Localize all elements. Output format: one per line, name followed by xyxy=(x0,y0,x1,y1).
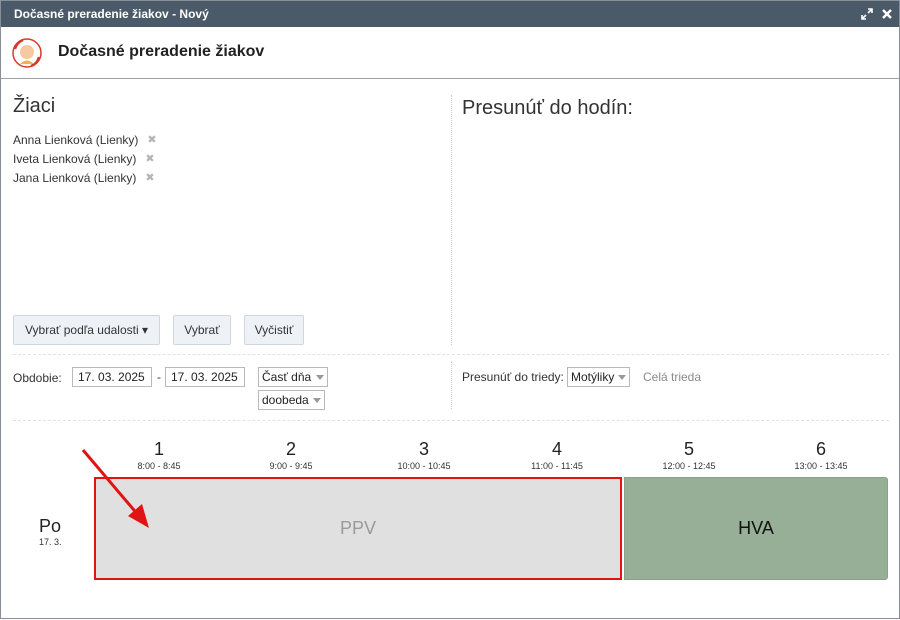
period-number: 1 xyxy=(153,439,164,459)
divider xyxy=(13,354,889,355)
period-time: 13:00 - 13:45 xyxy=(794,461,848,471)
period-header: 2 9:00 - 9:45 xyxy=(231,438,351,471)
close-icon[interactable] xyxy=(881,8,893,20)
student-name: Jana Lienková (Lienky) xyxy=(13,171,137,185)
whole-class-link[interactable]: Celá trieda xyxy=(643,370,701,384)
column-divider xyxy=(451,95,452,345)
remove-icon[interactable]: ✖ xyxy=(147,133,156,148)
period-time: 9:00 - 9:45 xyxy=(269,461,313,471)
day-part-value: Časť dňa xyxy=(262,370,312,384)
day-label: Po 17. 3. xyxy=(39,516,69,547)
day-date: 17. 3. xyxy=(39,537,62,547)
student-avatar-icon xyxy=(12,38,42,68)
period-header: 4 11:00 - 11:45 xyxy=(497,438,617,471)
day-half-value: doobeda xyxy=(262,393,309,407)
period-number: 5 xyxy=(683,439,694,459)
period-header: 5 12:00 - 12:45 xyxy=(629,438,749,471)
dialog-window: Dočasné preradenie žiakov - Nový Dočasné… xyxy=(0,0,900,619)
maximize-icon[interactable] xyxy=(861,8,873,20)
move-to-lessons-heading: Presunúť do hodín: xyxy=(462,97,633,119)
period-time: 11:00 - 11:45 xyxy=(531,461,583,471)
day-part-select[interactable]: Časť dňa xyxy=(258,367,328,387)
period-number: 4 xyxy=(551,439,562,459)
period-time: 8:00 - 8:45 xyxy=(137,461,181,471)
period-label: Obdobie: xyxy=(13,371,62,385)
title-bar: Dočasné preradenie žiakov - Nový xyxy=(1,1,899,27)
chevron-down-icon xyxy=(313,398,321,403)
period-header: 6 13:00 - 13:45 xyxy=(761,438,881,471)
lesson-block-ppv[interactable]: PPV xyxy=(94,477,622,580)
class-value: Motýliky xyxy=(571,370,615,384)
chevron-down-icon xyxy=(618,375,626,380)
column-divider xyxy=(451,361,452,409)
day-name: Po xyxy=(39,516,62,536)
page-title: Dočasné preradenie žiakov xyxy=(58,43,265,60)
remove-icon[interactable]: ✖ xyxy=(145,171,154,186)
list-item: Iveta Lienková (Lienky) ✖ xyxy=(13,150,157,169)
student-name: Anna Lienková (Lienky) xyxy=(13,133,139,147)
list-item: Jana Lienková (Lienky) ✖ xyxy=(13,169,157,188)
class-select[interactable]: Motýliky xyxy=(567,367,630,387)
select-button[interactable]: Vybrať xyxy=(173,315,231,345)
window-title: Dočasné preradenie žiakov - Nový xyxy=(14,7,209,21)
day-half-select[interactable]: doobeda xyxy=(258,390,325,410)
lesson-block-hva[interactable]: HVA xyxy=(624,477,888,580)
move-to-class-label: Presunúť do triedy: xyxy=(462,370,564,384)
period-number: 2 xyxy=(285,439,296,459)
students-list: Anna Lienková (Lienky) ✖ Iveta Lienková … xyxy=(13,131,157,188)
period-header: 3 10:00 - 10:45 xyxy=(364,438,484,471)
select-by-event-button[interactable]: Vybrať podľa udalosti ▾ xyxy=(13,315,160,345)
period-number: 3 xyxy=(418,439,429,459)
date-from-input[interactable]: 17. 03. 2025 xyxy=(72,367,152,387)
dialog-header: Dočasné preradenie žiakov xyxy=(1,27,899,79)
list-item: Anna Lienková (Lienky) ✖ xyxy=(13,131,157,150)
divider xyxy=(13,420,889,421)
period-time: 12:00 - 12:45 xyxy=(662,461,716,471)
date-to-input[interactable]: 17. 03. 2025 xyxy=(165,367,245,387)
student-name: Iveta Lienková (Lienky) xyxy=(13,152,137,166)
chevron-down-icon xyxy=(316,375,324,380)
period-time: 10:00 - 10:45 xyxy=(397,461,451,471)
students-heading: Žiaci xyxy=(13,95,56,117)
date-separator: - xyxy=(157,370,161,384)
remove-icon[interactable]: ✖ xyxy=(145,152,154,167)
period-number: 6 xyxy=(815,439,826,459)
period-header: 1 8:00 - 8:45 xyxy=(99,438,219,471)
clear-button[interactable]: Vyčistiť xyxy=(244,315,304,345)
